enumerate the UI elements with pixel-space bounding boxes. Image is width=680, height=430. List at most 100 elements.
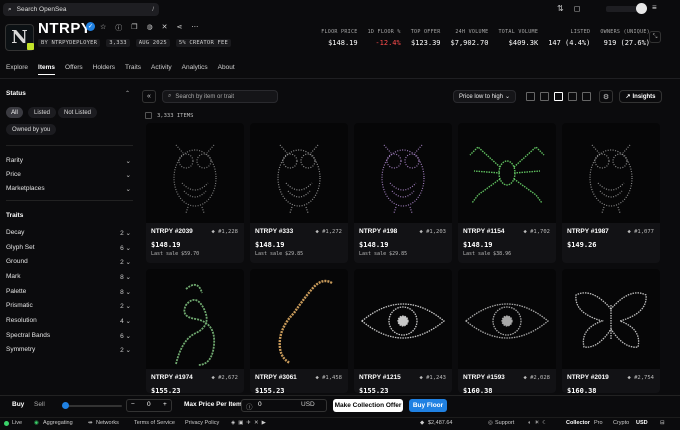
- nft-image[interactable]: [354, 123, 452, 223]
- status-all[interactable]: All: [6, 107, 23, 118]
- grid-medium-icon[interactable]: [540, 92, 549, 101]
- nft-card[interactable]: NTRPY #1974 ◆ #2,672 $155.23: [146, 269, 244, 393]
- info-icon[interactable]: ⓘ: [115, 23, 122, 33]
- chevron-down-icon: ⌄: [125, 158, 131, 165]
- collection-stats: FLOOR PRICE $148.19 1D FLOOR % -12.4% TOP …: [321, 29, 650, 47]
- trait-mark[interactable]: Mark 8 ⌄: [6, 273, 131, 281]
- nft-image[interactable]: [562, 269, 660, 369]
- collapse-sidebar-button[interactable]: «: [142, 90, 156, 103]
- list-icon[interactable]: [568, 92, 577, 101]
- trait-prismatic[interactable]: Prismatic 2 ⌄: [6, 302, 131, 310]
- menu-icon[interactable]: ≡: [652, 3, 657, 12]
- filter-rarity[interactable]: Rarity ⌄: [6, 157, 131, 165]
- tab-about[interactable]: About: [218, 64, 235, 75]
- notification-icon[interactable]: ◻: [574, 4, 581, 13]
- buy-floor-button[interactable]: Buy Floor: [409, 399, 447, 412]
- slider-handle[interactable]: [62, 402, 69, 409]
- insights-button[interactable]: ↗ Insights: [619, 90, 662, 103]
- sort-select[interactable]: Price low to high ⌄: [453, 90, 516, 103]
- privacy-link[interactable]: Privacy Policy: [185, 420, 219, 426]
- trait-decay[interactable]: Decay 2 ⌄: [6, 229, 131, 237]
- status-title[interactable]: Status: [6, 90, 26, 97]
- gear-icon[interactable]: ⚙: [599, 90, 613, 103]
- nft-image[interactable]: [250, 269, 348, 369]
- theme-icons[interactable]: ◐☀☾: [528, 420, 550, 426]
- increment-button[interactable]: +: [163, 401, 167, 408]
- collapse-icon[interactable]: ⊟: [660, 420, 665, 426]
- nft-name: NTRPY #1974: [151, 374, 193, 381]
- nft-image[interactable]: [146, 123, 244, 223]
- nft-card[interactable]: NTRPY #2039 ◆ #1,228 $148.19 Last sale $59.…: [146, 123, 244, 263]
- make-collection-offer-button[interactable]: Make Collection Offer: [333, 399, 403, 412]
- nft-image[interactable]: [458, 123, 556, 223]
- pro-mode[interactable]: Pro: [594, 420, 603, 426]
- chevron-down-icon: ⌄: [125, 318, 131, 325]
- nft-card[interactable]: NTRPY #198 ◆ #1,203 $148.19 Last sale $29.8…: [354, 123, 452, 263]
- nft-image[interactable]: [146, 269, 244, 369]
- trait-ground[interactable]: Ground 2 ⌄: [6, 258, 131, 266]
- collapse-header-button[interactable]: ⤡: [649, 31, 661, 43]
- avatar[interactable]: [636, 3, 647, 14]
- nft-card[interactable]: NTRPY #3061 ◆ #1,458 $155.23: [250, 269, 348, 393]
- trait-name: Decay: [6, 229, 25, 236]
- terms-link[interactable]: Terms of Service: [134, 420, 175, 426]
- crypto-toggle[interactable]: Crypto: [613, 420, 629, 426]
- nft-rank: ◆ #2,672: [212, 375, 239, 381]
- quantity-value[interactable]: 0: [147, 401, 151, 408]
- trait-spectral-bands[interactable]: Spectral Bands 6 ⌄: [6, 332, 131, 340]
- chevron-down-icon: ⌄: [125, 347, 131, 354]
- networks-label[interactable]: Networks: [96, 420, 119, 426]
- support-link[interactable]: Support: [495, 420, 514, 426]
- sell-toggle[interactable]: Sell: [34, 401, 45, 408]
- tab-offers[interactable]: Offers: [65, 64, 83, 75]
- trait-symmetry[interactable]: Symmetry 2 ⌄: [6, 346, 131, 354]
- tab-items[interactable]: Items: [38, 64, 56, 75]
- select-all-checkbox[interactable]: [145, 112, 152, 119]
- x-icon[interactable]: ✕: [162, 23, 168, 33]
- tab-analytics[interactable]: Analytics: [182, 64, 208, 75]
- trait-resolution[interactable]: Resolution 4 ⌄: [6, 317, 131, 325]
- filter-marketplaces[interactable]: Marketplaces ⌄: [6, 185, 131, 193]
- nft-card[interactable]: NTRPY #1215 ◆ #1,243 $155.23: [354, 269, 452, 393]
- grid-small-icon[interactable]: [554, 92, 563, 101]
- tab-traits[interactable]: Traits: [125, 64, 141, 75]
- social-icons[interactable]: ◈▣✈✕▶: [231, 420, 269, 426]
- tab-holders[interactable]: Holders: [93, 64, 115, 75]
- global-search-input[interactable]: ⌕ Search OpenSea /: [3, 3, 159, 16]
- view-mode-toggles: [526, 90, 591, 101]
- nft-card[interactable]: NTRPY #1987 ◆ #1,077 $149.26: [562, 123, 660, 263]
- nft-card[interactable]: NTRPY #1154 ◆ #1,702 $148.19 Last sale $38.…: [458, 123, 556, 263]
- buy-toggle[interactable]: Buy: [12, 401, 24, 408]
- nft-image[interactable]: [562, 123, 660, 223]
- nft-card[interactable]: NTRPY #333 ◆ #1,272 $148.19 Last sale $29.8…: [250, 123, 348, 263]
- aggregating-label[interactable]: Aggregating: [43, 420, 73, 426]
- nft-card[interactable]: NTRPY #2019 ◆ #2,754 $160.38: [562, 269, 660, 393]
- item-search-input[interactable]: ⌕ Search by item or trait: [162, 90, 278, 103]
- filter-price[interactable]: Price ⌄: [6, 171, 131, 179]
- traits-title[interactable]: Traits: [6, 212, 23, 219]
- nft-image[interactable]: [458, 269, 556, 369]
- status-owned[interactable]: Owned by you: [6, 124, 57, 135]
- creator-link[interactable]: BY NTRPYDEPLOYER: [38, 39, 101, 47]
- nft-image[interactable]: [250, 123, 348, 223]
- tab-activity[interactable]: Activity: [151, 64, 172, 75]
- collector-mode[interactable]: Collector: [566, 420, 590, 426]
- grid-large-icon[interactable]: [526, 92, 535, 101]
- activity-icon[interactable]: ⇅: [557, 4, 564, 13]
- decrement-button[interactable]: −: [131, 401, 135, 408]
- more-icon[interactable]: ⋯: [191, 23, 198, 33]
- status-not-listed[interactable]: Not Listed: [58, 107, 98, 118]
- nft-card[interactable]: NTRPY #1593 ◆ #2,028 $160.38: [458, 269, 556, 393]
- web-icon[interactable]: ◍: [147, 23, 153, 33]
- nft-image[interactable]: [354, 269, 452, 369]
- trait-palette[interactable]: Palette 8 ⌄: [6, 288, 131, 296]
- quantity-slider[interactable]: [62, 405, 122, 407]
- usd-toggle[interactable]: USD: [636, 420, 648, 426]
- copy-icon[interactable]: ❐: [131, 23, 137, 33]
- tab-explore[interactable]: Explore: [6, 64, 28, 75]
- star-icon[interactable]: ☆: [100, 23, 106, 33]
- share-icon[interactable]: ⋖: [177, 23, 183, 33]
- trait-glyph-set[interactable]: Glyph Set 6 ⌄: [6, 244, 131, 252]
- table-icon[interactable]: [582, 92, 591, 101]
- status-listed[interactable]: Listed: [28, 107, 57, 118]
